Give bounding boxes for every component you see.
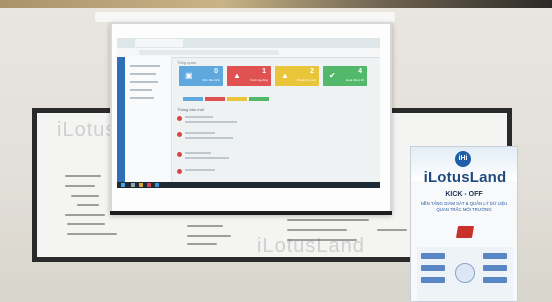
company-emblem-icon bbox=[455, 226, 475, 238]
diagram-node bbox=[421, 277, 445, 283]
kpi-label: Hoạt động tốt bbox=[345, 78, 364, 82]
taskbar-app-icon[interactable] bbox=[147, 183, 151, 187]
platform-diagram bbox=[417, 247, 513, 301]
kpi-label: Cần cấu hình bbox=[202, 78, 220, 82]
alert-icon bbox=[177, 169, 182, 174]
brand-logo: iHi bbox=[455, 151, 471, 167]
app-nav-rail bbox=[117, 57, 125, 188]
diagram-node bbox=[483, 277, 507, 283]
check-icon: ✔ bbox=[329, 71, 336, 80]
handwriting-line bbox=[67, 233, 117, 235]
handwriting-line bbox=[187, 225, 223, 227]
handwriting-line bbox=[67, 223, 105, 225]
banner-subtitle: NỀN TẢNG GIÁM SÁT & QUẢN LÝ DỮ LIỆU bbox=[420, 201, 508, 206]
taskbar-app-icon[interactable] bbox=[131, 183, 135, 187]
alert-item[interactable] bbox=[177, 115, 245, 129]
kpi-value: 0 bbox=[214, 68, 218, 75]
handwriting-line bbox=[65, 175, 101, 177]
diagram-hub bbox=[455, 263, 475, 283]
banner-subtitle: QUAN TRẮC MÔI TRƯỜNG bbox=[436, 207, 492, 212]
kpi-card-near-limit[interactable]: ▲ 2 Chuẩn bị vượt bbox=[275, 66, 319, 86]
diagram-node bbox=[483, 253, 507, 259]
alert-icon bbox=[177, 152, 182, 157]
taskbar-app-icon[interactable] bbox=[155, 183, 159, 187]
handwriting-line bbox=[71, 195, 99, 197]
projector-screen-housing bbox=[95, 12, 395, 22]
sidebar-item[interactable] bbox=[130, 73, 156, 75]
os-taskbar bbox=[117, 182, 380, 188]
handwriting-line bbox=[65, 214, 105, 216]
handwriting-line bbox=[187, 243, 217, 245]
status-chip[interactable] bbox=[249, 97, 269, 101]
handwriting-line bbox=[65, 185, 95, 187]
status-chip[interactable] bbox=[227, 97, 247, 101]
projected-dashboard: Tổng quan ▣ 0 Cần cấu hình ▲ 1 Vượt ngưỡ… bbox=[117, 38, 380, 188]
alerts-title: Thông báo mới bbox=[177, 107, 205, 112]
ceiling-strip bbox=[0, 0, 552, 8]
banner-title: KICK - OFF bbox=[445, 191, 483, 198]
diagram-node bbox=[421, 253, 445, 259]
kpi-label: Vượt ngưỡng bbox=[249, 78, 268, 82]
address-field[interactable] bbox=[139, 50, 279, 55]
handwriting-line bbox=[187, 235, 231, 237]
kpi-value: 4 bbox=[358, 68, 362, 75]
app-sidebar bbox=[125, 57, 172, 188]
alert-item[interactable] bbox=[177, 168, 245, 182]
alert-icon bbox=[177, 116, 182, 121]
diagram-node bbox=[483, 265, 507, 271]
sidebar-item[interactable] bbox=[130, 97, 154, 99]
warning-icon: ▲ bbox=[233, 71, 241, 80]
alert-text bbox=[185, 132, 215, 134]
alert-text bbox=[185, 169, 215, 171]
projector-screen-bar bbox=[110, 211, 392, 215]
kpi-card-config[interactable]: ▣ 0 Cần cấu hình bbox=[179, 66, 223, 86]
rollup-banner: iHi iLotusLand KICK - OFF NỀN TẢNG GIÁM … bbox=[410, 146, 518, 302]
alert-text bbox=[185, 116, 213, 118]
alert-text bbox=[185, 121, 237, 123]
alert-text bbox=[185, 152, 211, 154]
warning-icon: ▲ bbox=[281, 71, 289, 80]
kpi-card-ok[interactable]: ✔ 4 Hoạt động tốt bbox=[323, 66, 367, 86]
status-chip[interactable] bbox=[183, 97, 203, 101]
status-chip[interactable] bbox=[205, 97, 225, 101]
kpi-card-exceeded[interactable]: ▲ 1 Vượt ngưỡng bbox=[227, 66, 271, 86]
alert-icon bbox=[177, 132, 182, 137]
kpi-label: Chuẩn bị vượt bbox=[296, 78, 316, 82]
browser-tabstrip bbox=[117, 38, 380, 48]
diagram-node bbox=[421, 265, 445, 271]
start-icon[interactable] bbox=[121, 183, 125, 187]
handwriting-line bbox=[287, 229, 347, 231]
sidebar-item[interactable] bbox=[130, 81, 158, 83]
handwriting-line bbox=[287, 219, 369, 221]
sidebar-item[interactable] bbox=[130, 89, 152, 91]
browser-tab[interactable] bbox=[135, 39, 183, 47]
handwriting-line bbox=[287, 239, 357, 241]
handwriting-line bbox=[77, 204, 99, 206]
kpi-value: 1 bbox=[262, 68, 266, 75]
brand-name: iLotusLand bbox=[423, 169, 507, 186]
chip-icon: ▣ bbox=[185, 71, 193, 80]
page-heading: Tổng quan bbox=[177, 60, 197, 65]
handwriting-line bbox=[377, 229, 407, 231]
taskbar-app-icon[interactable] bbox=[139, 183, 143, 187]
kpi-value: 2 bbox=[310, 68, 314, 75]
alert-text bbox=[185, 157, 229, 159]
alert-item[interactable] bbox=[177, 151, 245, 165]
alert-text bbox=[185, 137, 233, 139]
alert-item[interactable] bbox=[177, 131, 245, 145]
sidebar-item[interactable] bbox=[130, 65, 160, 67]
